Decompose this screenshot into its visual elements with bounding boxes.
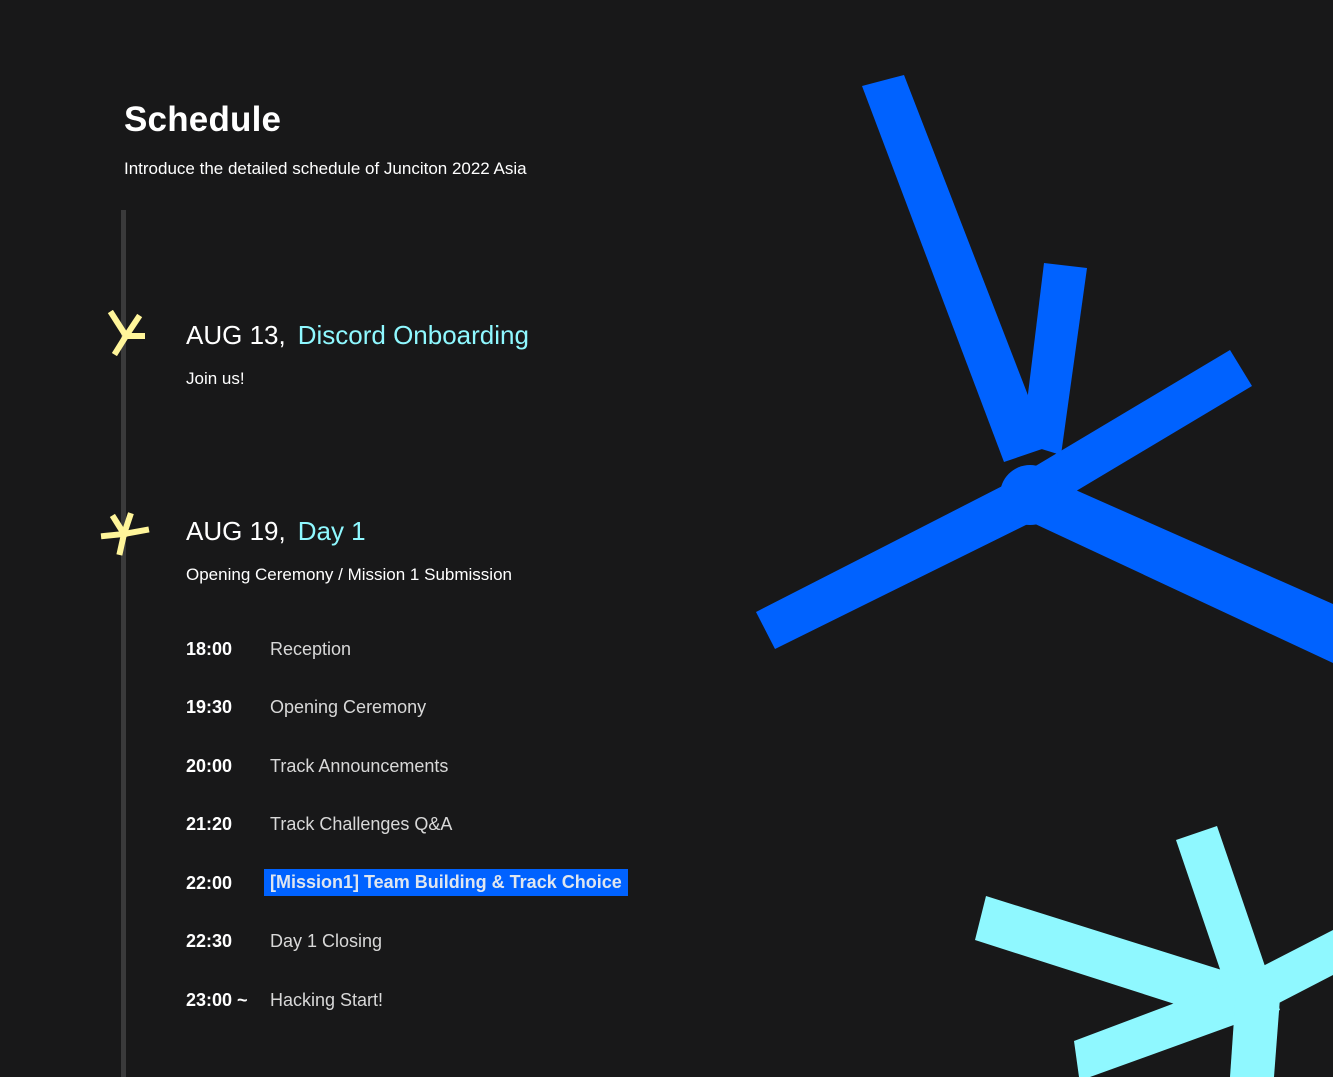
event-heading: AUG 13, Discord Onboarding bbox=[186, 320, 529, 351]
page-title: Schedule bbox=[124, 100, 282, 139]
schedule-time: 20:00 bbox=[186, 756, 233, 776]
schedule-row: 21:20 Track Challenges Q&A bbox=[186, 810, 636, 840]
schedule-time: 19:30 bbox=[186, 697, 233, 717]
event-date: AUG 19, bbox=[186, 516, 286, 546]
schedule-label: Track Announcements bbox=[270, 756, 449, 776]
schedule-row: 19:30 Opening Ceremony bbox=[186, 693, 636, 723]
event-name: Day 1 bbox=[297, 516, 366, 546]
schedule-row: 20:00 Track Announcements bbox=[186, 752, 636, 782]
schedule-row: 18:00 Reception bbox=[186, 635, 636, 665]
schedule-row: 22:30 Day 1 Closing bbox=[186, 927, 636, 957]
schedule-time: 23:00 ~ bbox=[186, 990, 248, 1010]
page-subtitle: Introduce the detailed schedule of Junci… bbox=[124, 159, 527, 178]
event-name: Discord Onboarding bbox=[297, 320, 529, 350]
schedule-time: 22:30 bbox=[186, 931, 233, 951]
schedule-label: Reception bbox=[270, 639, 352, 659]
schedule-label: Track Challenges Q&A bbox=[270, 814, 453, 834]
cyan-asterisk-decoration bbox=[975, 826, 1333, 1077]
mission-highlight-label[interactable]: [Mission1] Team Building & Track Choice bbox=[264, 869, 628, 896]
schedule-time: 21:20 bbox=[186, 814, 233, 834]
schedule-row: 23:00 ~ Hacking Start! bbox=[186, 986, 636, 1016]
schedule-time: 18:00 bbox=[186, 639, 233, 659]
event-date: AUG 13, bbox=[186, 320, 286, 350]
schedule-row: 22:00 [Mission1] Team Building & Track C… bbox=[186, 869, 636, 899]
event-description: Opening Ceremony / Mission 1 Submission bbox=[186, 565, 512, 584]
schedule-label: Opening Ceremony bbox=[270, 697, 427, 717]
asterisk-marker-icon bbox=[107, 310, 145, 356]
schedule-label: Day 1 Closing bbox=[270, 931, 383, 951]
event-heading: AUG 19, Day 1 bbox=[186, 516, 366, 547]
schedule-label: Hacking Start! bbox=[270, 990, 384, 1010]
schedule-time: 22:00 bbox=[186, 873, 233, 893]
asterisk-marker-icon bbox=[100, 512, 150, 556]
blue-asterisk-decoration bbox=[756, 75, 1333, 663]
event-description: Join us! bbox=[186, 369, 245, 388]
